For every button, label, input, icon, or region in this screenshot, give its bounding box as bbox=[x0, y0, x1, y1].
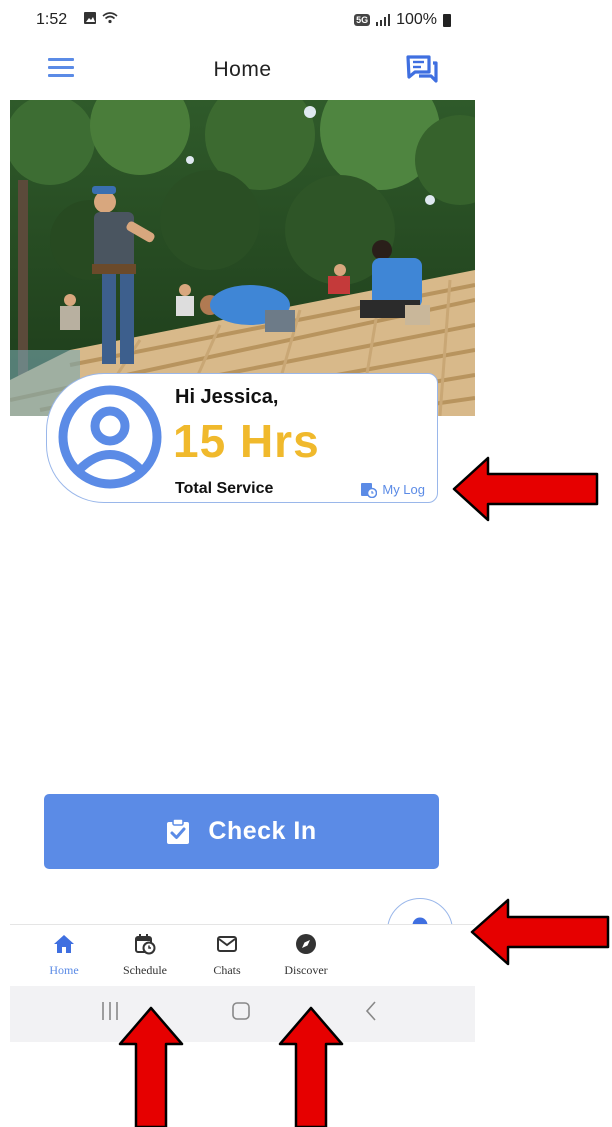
calendar-clock-icon bbox=[135, 934, 156, 955]
volunteers-roof-image bbox=[10, 100, 475, 416]
total-service-label: Total Service bbox=[175, 480, 274, 497]
service-summary-card: Hi Jessica, 15 Hrs Total Service My Log bbox=[46, 373, 438, 503]
status-time: 1:52 bbox=[36, 11, 68, 28]
back-icon[interactable] bbox=[363, 1000, 379, 1022]
annotation-arrow-schedule bbox=[118, 1006, 184, 1127]
nav-schedule[interactable]: Schedule bbox=[105, 933, 185, 978]
signal-icon bbox=[376, 14, 391, 26]
envelope-icon bbox=[217, 936, 237, 952]
user-avatar-icon bbox=[58, 385, 162, 489]
my-log-link[interactable]: My Log bbox=[360, 481, 425, 498]
nav-home[interactable]: Home bbox=[24, 933, 104, 978]
app-header: Home bbox=[10, 44, 475, 98]
annotation-arrow-profile bbox=[470, 898, 610, 966]
system-nav-bar bbox=[10, 986, 475, 1042]
battery-icon bbox=[443, 13, 451, 27]
check-in-label: Check In bbox=[208, 817, 317, 845]
compass-icon bbox=[296, 934, 316, 954]
nav-chats-label: Chats bbox=[213, 963, 241, 977]
status-right: 5G 100% bbox=[354, 11, 451, 29]
nav-discover[interactable]: Discover bbox=[266, 933, 346, 978]
nav-discover-label: Discover bbox=[284, 963, 328, 977]
chat-bubbles-icon[interactable] bbox=[405, 54, 439, 86]
nav-chats[interactable]: Chats bbox=[187, 933, 267, 978]
hero-photo bbox=[10, 100, 475, 416]
gallery-wifi-icon bbox=[84, 12, 118, 24]
greeting-text: Hi Jessica, bbox=[175, 386, 279, 408]
screen: 1:52 5G 100% Home Hi Jessica, 15 Hrs Tot… bbox=[0, 0, 612, 1127]
recent-apps-icon[interactable] bbox=[100, 1000, 120, 1022]
home-icon bbox=[54, 935, 74, 953]
annotation-arrow-discover bbox=[278, 1006, 344, 1127]
nav-schedule-label: Schedule bbox=[123, 963, 167, 977]
my-log-label: My Log bbox=[382, 482, 425, 497]
clipboard-check-icon bbox=[167, 818, 190, 844]
battery-percent: 100% bbox=[396, 11, 437, 28]
bottom-nav: Home Schedule Chats Discover bbox=[10, 924, 475, 987]
network-badge: 5G bbox=[354, 14, 371, 26]
log-clock-icon bbox=[361, 483, 378, 498]
status-bar: 1:52 5G 100% bbox=[10, 0, 475, 40]
service-hours: 15 Hrs bbox=[173, 415, 320, 467]
annotation-arrow-my-log bbox=[452, 456, 599, 522]
notification-icons bbox=[83, 10, 123, 30]
home-system-icon[interactable] bbox=[231, 1000, 251, 1022]
check-in-button[interactable]: Check In bbox=[44, 794, 439, 869]
nav-home-label: Home bbox=[49, 963, 79, 977]
